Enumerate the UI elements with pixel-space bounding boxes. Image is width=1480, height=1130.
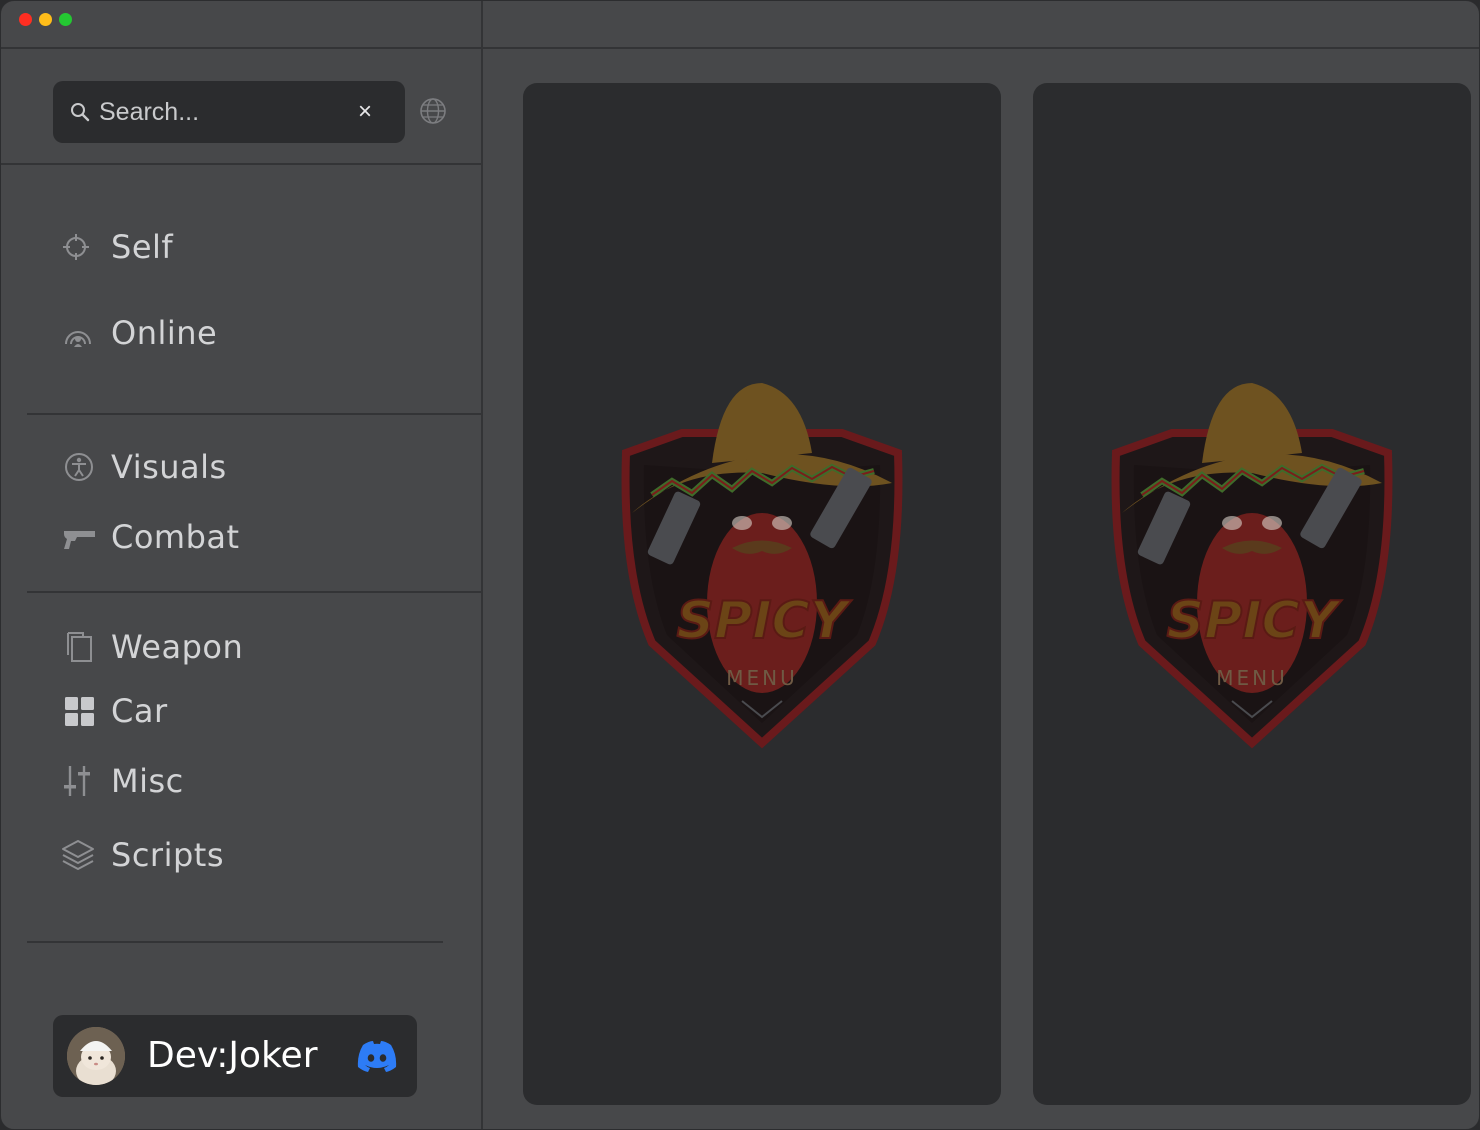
sidebar-item-label: Misc [111,762,184,800]
sidebar-divider [481,1,483,1129]
logo-title: SPICY [1167,591,1343,651]
logo-subtitle: MENU [1216,666,1288,690]
search-box: × [53,81,405,143]
layers-icon [62,840,94,870]
content-panel-left: SPICY MENU [523,83,1001,1105]
copy-icon [67,632,92,662]
spicy-menu-logo: SPICY MENU [621,383,903,749]
sidebar-item-weapon[interactable]: Weapon [59,625,459,669]
globe-icon[interactable] [419,97,447,125]
sidebar-item-label: Online [111,314,218,352]
sidebar-item-car[interactable]: Car [59,689,459,733]
sidebar-item-online[interactable]: Online [59,311,459,355]
sidebar-item-label: Car [111,692,168,730]
sidebar-item-label: Combat [111,518,240,556]
crosshair-icon [63,234,89,260]
spicy-menu-logo: SPICY MENU [1111,383,1393,749]
logo-subtitle: MENU [726,666,798,690]
grid-icon [65,697,94,726]
sidebar-item-label: Visuals [111,448,227,486]
discord-icon[interactable] [355,1039,399,1073]
search-input[interactable] [99,81,339,143]
title-bar [1,1,1479,49]
sidebar-item-self[interactable]: Self [59,225,459,269]
broadcast-icon [65,331,91,347]
close-window-button[interactable] [19,13,32,26]
user-name: Dev:Joker [147,1035,318,1076]
maximize-window-button[interactable] [59,13,72,26]
app-window: × Self Online [0,0,1480,1130]
logo-title: SPICY [677,591,853,651]
content-panel-right: SPICY MENU [1033,83,1471,1105]
accessibility-icon [65,453,93,481]
sidebar-item-label: Self [111,228,174,266]
sidebar-item-scripts[interactable]: Scripts [59,833,459,877]
sidebar-item-combat[interactable]: Combat [59,515,459,559]
search-divider [1,163,481,165]
clear-search-button[interactable]: × [351,98,379,126]
sliders-icon [64,766,90,796]
pistol-icon [64,531,95,549]
nav-divider [27,941,443,943]
sidebar-item-label: Weapon [111,628,244,666]
search-icon [71,103,90,122]
minimize-window-button[interactable] [39,13,52,26]
nav-divider [27,413,481,415]
user-card[interactable]: Dev:Joker [53,1015,417,1097]
sidebar-item-visuals[interactable]: Visuals [59,445,459,489]
sidebar-item-label: Scripts [111,836,224,874]
nav-divider [27,591,481,593]
avatar [67,1027,125,1085]
sidebar-item-misc[interactable]: Misc [59,759,459,803]
